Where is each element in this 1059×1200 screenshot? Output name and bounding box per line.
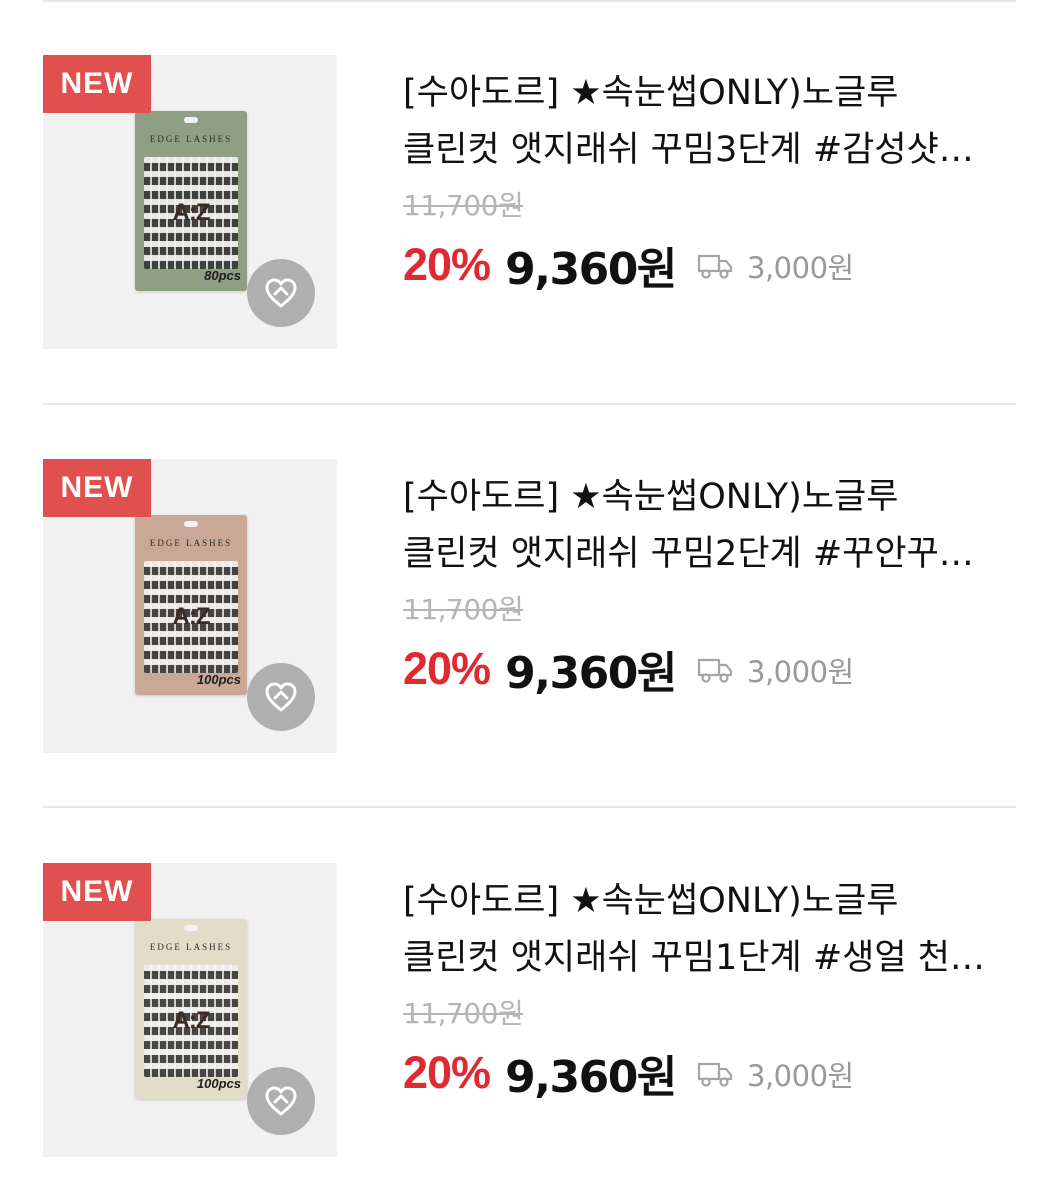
price-row: 20% 9,360원 3,000원: [403, 233, 854, 295]
sale-price: 9,360원: [505, 648, 677, 699]
heart-icon: [265, 1086, 297, 1116]
product-card[interactable]: EDGE LASHES A:Z 100pcs NEW [수아도르] ★속눈썹ON…: [0, 459, 1059, 759]
delivery-truck-icon: [697, 658, 733, 683]
product-thumbnail[interactable]: EDGE LASHES A:Z 80pcs NEW: [43, 55, 337, 349]
package-brand-text: EDGE LASHES: [149, 538, 233, 548]
shipping-info: 3,000원: [697, 649, 854, 691]
package-logo-text: A:Z: [172, 603, 211, 630]
product-title[interactable]: [수아도르] ★속눈썹ONLY)노글루 클린컷 앳지래쉬 꾸밈1단계 #생얼 천…: [403, 873, 993, 987]
product-list: EDGE LASHES A:Z 80pcs NEW [수아도르] ★속눈썹ONL…: [0, 0, 1059, 1200]
package-hang-hole: [184, 117, 198, 123]
shipping-info: 3,000원: [697, 1053, 854, 1095]
product-image: EDGE LASHES A:Z 100pcs: [135, 919, 247, 1099]
product-card[interactable]: EDGE LASHES A:Z 80pcs NEW [수아도르] ★속눈썹ONL…: [0, 55, 1059, 355]
delivery-truck-icon: [697, 1062, 733, 1087]
product-thumbnail[interactable]: EDGE LASHES A:Z 100pcs NEW: [43, 863, 337, 1157]
package-brand-text: EDGE LASHES: [149, 134, 233, 144]
product-title[interactable]: [수아도르] ★속눈썹ONLY)노글루 클린컷 앳지래쉬 꾸밈3단계 #감성샷…: [403, 65, 993, 179]
divider: [43, 0, 1016, 2]
new-badge: NEW: [43, 459, 151, 517]
product-title-line: 클린컷 앳지래쉬 꾸밈2단계 #꾸안꾸…: [403, 534, 974, 574]
product-title-line: [수아도르] ★속눈썹ONLY)노글루: [403, 73, 899, 113]
product-title-line: [수아도르] ★속눈썹ONLY)노글루: [403, 881, 899, 921]
product-title-line: 클린컷 앳지래쉬 꾸밈3단계 #감성샷…: [403, 130, 974, 170]
heart-icon: [265, 278, 297, 308]
price-row: 20% 9,360원 3,000원: [403, 1041, 854, 1103]
heart-icon: [265, 682, 297, 712]
delivery-truck-icon: [697, 254, 733, 279]
package-count-text: 100pcs: [196, 672, 241, 687]
product-image: EDGE LASHES A:Z 100pcs: [135, 515, 247, 695]
wishlist-button[interactable]: [247, 663, 315, 731]
sale-price: 9,360원: [505, 244, 677, 295]
package-count-text: 80pcs: [204, 268, 241, 283]
product-card[interactable]: EDGE LASHES A:Z 100pcs NEW [수아도르] ★속눈썹ON…: [0, 863, 1059, 1163]
original-price: 11,700원: [403, 997, 524, 1030]
shipping-info: 3,000원: [697, 245, 854, 287]
package-logo-text: A:Z: [172, 1007, 211, 1034]
original-price: 11,700원: [403, 593, 524, 626]
package-brand-text: EDGE LASHES: [149, 942, 233, 952]
package-hang-hole: [184, 925, 198, 931]
product-title-line: 클린컷 앳지래쉬 꾸밈1단계 #생얼 천…: [403, 938, 985, 978]
divider: [43, 403, 1016, 405]
product-thumbnail[interactable]: EDGE LASHES A:Z 100pcs NEW: [43, 459, 337, 753]
product-image: EDGE LASHES A:Z 80pcs: [135, 111, 247, 291]
package-logo-text: A:Z: [172, 199, 211, 226]
discount-rate: 20%: [403, 643, 491, 694]
shipping-fee: 3,000원: [747, 251, 854, 285]
shipping-fee: 3,000원: [747, 1059, 854, 1093]
discount-rate: 20%: [403, 1047, 491, 1098]
new-badge: NEW: [43, 863, 151, 921]
sale-price: 9,360원: [505, 1052, 677, 1103]
original-price: 11,700원: [403, 189, 524, 222]
new-badge: NEW: [43, 55, 151, 113]
product-title[interactable]: [수아도르] ★속눈썹ONLY)노글루 클린컷 앳지래쉬 꾸밈2단계 #꾸안꾸…: [403, 469, 993, 583]
package-hang-hole: [184, 521, 198, 527]
wishlist-button[interactable]: [247, 1067, 315, 1135]
price-row: 20% 9,360원 3,000원: [403, 637, 854, 699]
discount-rate: 20%: [403, 239, 491, 290]
divider: [43, 806, 1016, 808]
shipping-fee: 3,000원: [747, 655, 854, 689]
product-title-line: [수아도르] ★속눈썹ONLY)노글루: [403, 477, 899, 517]
package-count-text: 100pcs: [196, 1076, 241, 1091]
wishlist-button[interactable]: [247, 259, 315, 327]
